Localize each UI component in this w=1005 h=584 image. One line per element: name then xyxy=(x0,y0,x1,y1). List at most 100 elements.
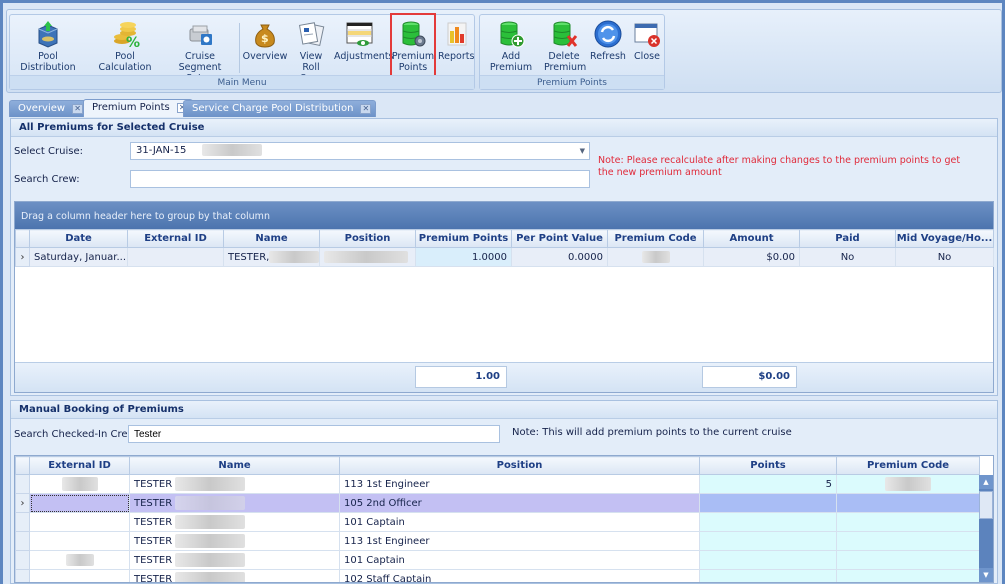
cell-paid[interactable]: No xyxy=(799,247,896,267)
cell-per-point-value[interactable]: 0.0000 xyxy=(511,247,608,267)
redacted-text xyxy=(175,496,246,510)
column-header-position[interactable]: Position xyxy=(319,229,416,248)
cell-name[interactable]: TESTER xyxy=(129,474,340,494)
cell-name[interactable]: TESTER xyxy=(129,569,340,583)
cell-external-id[interactable] xyxy=(127,247,224,267)
select-cruise-label: Select Cruise: xyxy=(14,146,83,157)
cell-name[interactable]: TESTER xyxy=(129,493,340,513)
close-tab-icon[interactable]: ✕ xyxy=(72,104,84,114)
vertical-scrollbar[interactable]: ▲ ▼ xyxy=(979,475,993,582)
cell-premium-code[interactable] xyxy=(836,512,980,532)
cell-external-id[interactable] xyxy=(29,550,130,570)
cell-external-id[interactable] xyxy=(29,512,130,532)
refresh-icon xyxy=(593,19,623,49)
chevron-down-icon[interactable]: ▼ xyxy=(580,143,585,159)
column-header-external-id[interactable]: External ID xyxy=(29,456,130,475)
cell-position[interactable]: 113 1st Engineer xyxy=(339,474,700,494)
column-header-premium-code[interactable]: Premium Code xyxy=(836,456,980,475)
cell-external-id[interactable] xyxy=(29,531,130,551)
cell-name[interactable]: TESTER xyxy=(129,531,340,551)
column-header-amount[interactable]: Amount xyxy=(703,229,800,248)
tab-label: Premium Points xyxy=(92,102,170,113)
cell-points[interactable] xyxy=(699,493,837,513)
close-button[interactable]: Close xyxy=(630,17,664,75)
cell-name[interactable]: TESTER xyxy=(129,512,340,532)
group-by-panel[interactable]: Drag a column header here to group by th… xyxy=(15,202,993,229)
column-header-paid[interactable]: Paid xyxy=(799,229,896,248)
premiums-grid: Drag a column header here to group by th… xyxy=(14,201,994,393)
table-row[interactable]: TESTER 102 Staff Captain xyxy=(15,569,980,583)
column-header-position[interactable]: Position xyxy=(339,456,700,475)
overview-button[interactable]: $ Overview xyxy=(242,17,288,75)
column-header-name[interactable]: Name xyxy=(129,456,340,475)
search-checked-in-crew-input[interactable] xyxy=(128,425,500,443)
svg-text:$: $ xyxy=(261,32,269,45)
row-indicator-icon: › xyxy=(15,247,30,267)
cell-amount[interactable]: $0.00 xyxy=(703,247,800,267)
column-header-per-point-value[interactable]: Per Point Value xyxy=(511,229,608,248)
cell-position[interactable]: 101 Captain xyxy=(339,550,700,570)
add-premium-button[interactable]: Add Premium xyxy=(480,17,542,75)
column-header-premium-points[interactable]: Premium Points xyxy=(415,229,512,248)
cell-name[interactable]: TESTER, xyxy=(223,247,320,267)
tab-service-charge-pool-distribution[interactable]: Service Charge Pool Distribution ✕ xyxy=(183,100,377,117)
delete-premium-button[interactable]: Delete Premium xyxy=(544,17,586,75)
cell-premium-code[interactable] xyxy=(836,474,980,494)
refresh-button[interactable]: Refresh xyxy=(588,17,628,75)
cell-premium-code[interactable] xyxy=(607,247,704,267)
tab-overview[interactable]: Overview ✕ xyxy=(9,100,89,117)
table-row[interactable]: TESTER 113 1st Engineer 5 xyxy=(15,474,980,494)
column-header-premium-code[interactable]: Premium Code xyxy=(607,229,704,248)
table-row[interactable]: TESTER 101 Captain xyxy=(15,512,980,532)
cruise-segment-icon xyxy=(185,19,215,49)
column-header-external-id[interactable]: External ID xyxy=(127,229,224,248)
select-cruise-dropdown[interactable]: 31-JAN-15 ▼ xyxy=(130,142,590,160)
column-header-name[interactable]: Name xyxy=(223,229,320,248)
cell-premium-code[interactable] xyxy=(836,569,980,582)
cell-points[interactable] xyxy=(699,512,837,532)
name-text: TESTER xyxy=(134,574,173,583)
pool-calculation-button[interactable]: % Pool Calculation xyxy=(88,17,162,75)
cell-premium-code[interactable] xyxy=(836,550,980,570)
adjustments-button[interactable]: Adjustments xyxy=(334,17,394,75)
table-row[interactable]: › Saturday, Januar... TESTER, 1.0000 0.0… xyxy=(15,247,994,267)
table-row-selected[interactable]: › TESTER 105 2nd Officer xyxy=(15,493,980,513)
cell-external-id[interactable] xyxy=(29,569,130,582)
table-row[interactable]: TESTER 101 Captain xyxy=(15,550,980,570)
cell-position[interactable]: 102 Staff Captain xyxy=(339,569,700,582)
view-roll-over-button[interactable]: View Roll Over xyxy=(290,17,332,84)
scroll-down-icon[interactable]: ▼ xyxy=(979,568,993,582)
cell-date[interactable]: Saturday, Januar... xyxy=(29,247,128,267)
cell-external-id[interactable] xyxy=(29,493,130,513)
cell-points[interactable] xyxy=(699,550,837,570)
cell-points[interactable]: 5 xyxy=(699,474,837,494)
cell-mid-voyage[interactable]: No xyxy=(895,247,994,267)
cell-name[interactable]: TESTER xyxy=(129,550,340,570)
cell-position[interactable]: 105 2nd Officer xyxy=(339,493,700,513)
name-text: TESTER xyxy=(134,536,173,547)
cell-external-id[interactable] xyxy=(29,474,130,494)
column-header-mid-voyage[interactable]: Mid Voyage/Ho... xyxy=(895,229,994,248)
search-crew-input[interactable] xyxy=(130,170,590,188)
cell-premium-code[interactable] xyxy=(836,531,980,551)
cell-position[interactable]: 113 1st Engineer xyxy=(339,531,700,551)
cell-premium-points[interactable]: 1.0000 xyxy=(415,247,512,267)
database-add-icon xyxy=(496,19,526,49)
close-tab-icon[interactable]: ✕ xyxy=(360,104,372,114)
pool-distribution-button[interactable]: Pool Distribution xyxy=(10,17,86,75)
cell-points[interactable] xyxy=(699,569,837,582)
cell-points[interactable] xyxy=(699,531,837,551)
column-header-date[interactable]: Date xyxy=(29,229,128,248)
reports-button[interactable]: Reports xyxy=(438,17,474,75)
refresh-label: Refresh xyxy=(590,51,626,62)
scroll-thumb[interactable] xyxy=(979,491,993,519)
table-row[interactable]: TESTER 113 1st Engineer xyxy=(15,531,980,551)
cell-position[interactable] xyxy=(319,247,416,267)
tab-premium-points[interactable]: Premium Points ✕ xyxy=(83,99,193,117)
scroll-up-icon[interactable]: ▲ xyxy=(979,475,993,489)
ribbon-separator xyxy=(239,23,240,73)
column-header-points[interactable]: Points xyxy=(699,456,837,475)
cell-position[interactable]: 101 Captain xyxy=(339,512,700,532)
cell-premium-code[interactable] xyxy=(836,493,980,513)
cruise-segment-setup-button[interactable]: Cruise Segment Setup xyxy=(168,17,232,84)
